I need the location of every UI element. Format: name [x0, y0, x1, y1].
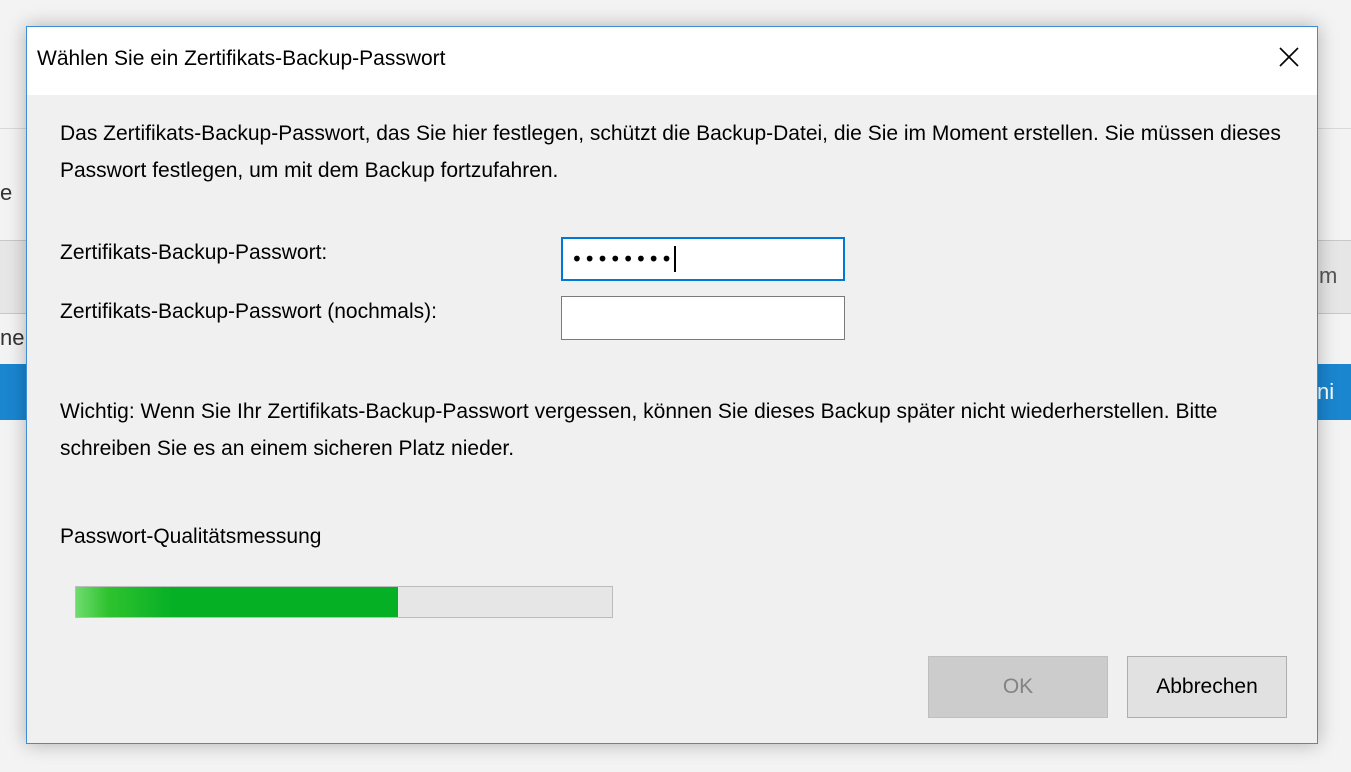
dialog-titlebar: Wählen Sie ein Zertifikats-Backup-Passwo…	[27, 27, 1317, 95]
password-quality-meter	[75, 586, 613, 618]
password-quality-meter-fill	[76, 587, 398, 617]
background-right-text: m	[1319, 263, 1338, 288]
password-confirm-label: Zertifikats-Backup-Passwort (nochmals):	[60, 300, 437, 323]
background-left-field	[0, 240, 27, 314]
cancel-button[interactable]: Abbrechen	[1127, 656, 1287, 718]
password-input[interactable]: ••••••••	[561, 237, 845, 281]
password-quality-label: Passwort-Qualitätsmessung	[60, 525, 322, 548]
text-caret	[674, 245, 677, 272]
background-left-text-2: ne	[0, 325, 25, 350]
password-confirm-input[interactable]	[561, 296, 845, 340]
background-left-text: e	[0, 180, 13, 205]
dialog-title: Wählen Sie ein Zertifikats-Backup-Passwo…	[37, 47, 446, 70]
password-input-value: ••••••••	[571, 247, 674, 271]
ok-button[interactable]: OK	[928, 656, 1108, 718]
password-dialog: Wählen Sie ein Zertifikats-Backup-Passwo…	[26, 26, 1318, 744]
warning-text: Wichtig: Wenn Sie Ihr Zertifikats-Backup…	[60, 400, 1218, 460]
password-label: Zertifikats-Backup-Passwort:	[60, 241, 328, 264]
close-icon	[1279, 47, 1299, 67]
background-blue-bar-left	[0, 364, 26, 420]
dialog-description: Das Zertifikats-Backup-Passwort, das Sie…	[60, 122, 1281, 182]
close-button[interactable]	[1261, 27, 1317, 87]
